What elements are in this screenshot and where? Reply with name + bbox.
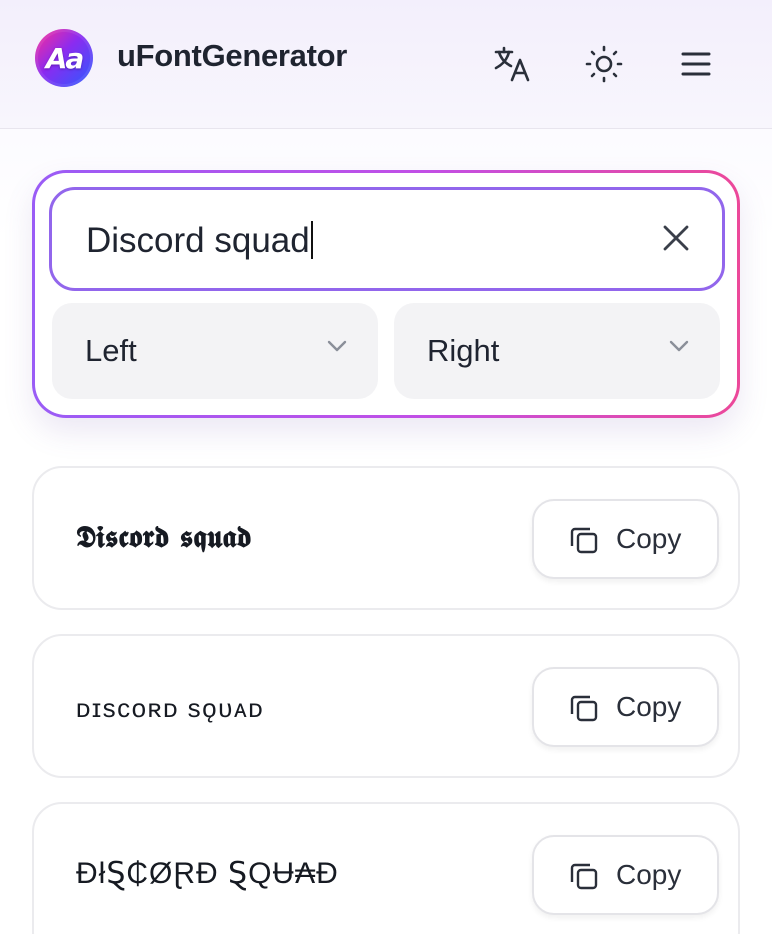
copy-button[interactable]: Copy [532,667,719,747]
text-input-value[interactable]: Discord squad [86,221,313,261]
copy-button-label: Copy [616,691,682,722]
copy-button-label: Copy [616,523,682,554]
result-card: ĐłⱾ₵ØⱤĐ ⱾQɄ₳Đ Copy [32,802,740,934]
copy-icon [570,695,598,722]
text-input-field[interactable]: Discord squad [49,187,725,291]
translate-icon [494,46,530,82]
result-text[interactable]: ĐłⱾ₵ØⱤĐ ⱾQɄ₳Đ [76,856,339,892]
result-text[interactable]: 𝕯𝖎𝖘𝖈𝖔𝖗𝖉 𝖘𝖖𝖚𝖆𝖉 [76,520,252,556]
copy-button-label: Copy [616,859,682,890]
language-button[interactable] [490,40,534,88]
top-header: Aa uFontGenerator [0,0,772,129]
menu-button[interactable] [674,40,718,88]
copy-button[interactable]: Copy [532,499,719,579]
logo-icon[interactable]: Aa [35,29,93,87]
input-panel-inner: Discord squad Left Right [35,173,737,415]
result-text[interactable]: ᴅɪsᴄᴏʀᴅ sǫᴜᴀᴅ [76,690,264,726]
result-card: 𝕯𝖎𝖘𝖈𝖔𝖗𝖉 𝖘𝖖𝖚𝖆𝖉 Copy [32,466,740,610]
close-icon [663,225,689,251]
chevron-down-icon [669,340,689,352]
text-input-content: Discord squad [86,221,310,260]
copy-icon [570,527,598,554]
input-panel: Discord squad Left Right [32,170,740,418]
text-caret [310,221,313,259]
sun-icon [585,45,623,83]
copy-icon [570,863,598,890]
copy-button[interactable]: Copy [532,835,719,915]
left-decoration-select[interactable]: Left [52,303,378,399]
clear-input-button[interactable] [656,218,696,258]
theme-toggle-button[interactable] [582,40,626,88]
hamburger-menu-icon [681,52,711,76]
app-root: Aa uFontGenerator Discord squad Left Rig… [0,0,772,934]
left-select-value: Left [85,333,137,368]
chevron-down-icon [327,340,347,352]
brand-name[interactable]: uFontGenerator [117,38,347,74]
logo-text: Aa [45,41,85,75]
right-decoration-select[interactable]: Right [394,303,720,399]
result-card: ᴅɪsᴄᴏʀᴅ sǫᴜᴀᴅ Copy [32,634,740,778]
right-select-value: Right [427,333,500,368]
